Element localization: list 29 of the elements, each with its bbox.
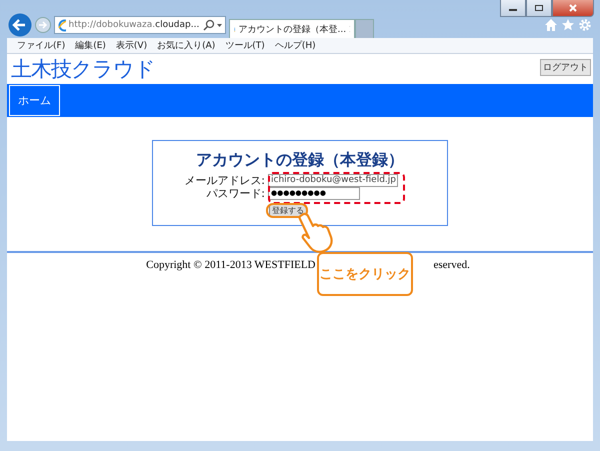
back-button[interactable] <box>8 13 32 37</box>
copyright-text: eserved. <box>434 259 470 271</box>
nav-tab[interactable]: ホーム <box>9 85 60 116</box>
email-field[interactable]: ichiro-doboku@west-field.jp <box>268 174 398 187</box>
field-label: メールアドレス: <box>183 173 265 188</box>
menu-item[interactable]: 編集(E) <box>75 39 106 52</box>
copyright-text: Copyright © 2011-2013 WESTFIELD <box>146 259 316 271</box>
browser-tab[interactable]: アカウントの登録（本登... <box>229 19 355 38</box>
new-tab-button[interactable] <box>355 19 374 38</box>
menu-item[interactable]: 表示(V) <box>116 39 148 52</box>
field-label: パスワード: <box>205 186 265 201</box>
maximize-icon <box>534 4 544 12</box>
address-bar[interactable]: http://dobokuwaza.cloudap... <box>54 16 226 34</box>
menu-item[interactable]: ヘルプ(H) <box>274 39 316 52</box>
search-icon[interactable] <box>202 19 222 31</box>
menu-item[interactable]: ツール(T) <box>225 39 265 52</box>
maximize-button[interactable] <box>526 0 552 17</box>
forward-button[interactable] <box>35 17 51 33</box>
settings-icon[interactable] <box>578 18 592 32</box>
close-button[interactable] <box>552 0 594 17</box>
form-title: アカウントの登録（本登録） <box>196 151 404 169</box>
logout-button[interactable]: ログアウト <box>540 59 591 76</box>
menu-item[interactable]: ファイル(F) <box>17 39 66 52</box>
star-icon[interactable] <box>561 18 575 32</box>
url-text: http://dobokuwaza.cloudap... <box>68 20 200 30</box>
menu-item[interactable]: お気に入り(A) <box>157 39 216 52</box>
callout-label: ここをクリック <box>317 252 413 296</box>
site-logo[interactable]: 土木技クラウド <box>11 57 155 81</box>
minimize-button[interactable] <box>500 0 526 17</box>
